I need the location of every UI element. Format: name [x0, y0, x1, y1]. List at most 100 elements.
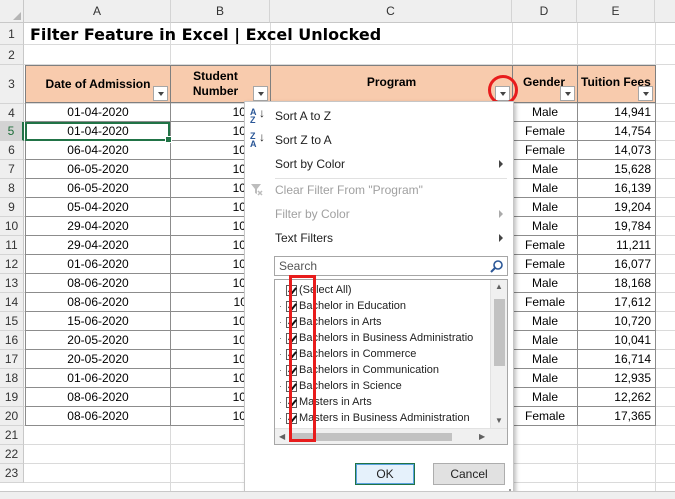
- cell-gender[interactable]: Female: [512, 407, 578, 426]
- row-header[interactable]: 6: [0, 141, 24, 160]
- ok-button[interactable]: OK: [355, 463, 415, 485]
- row-header[interactable]: 7: [0, 160, 24, 179]
- filter-dropdown-fees[interactable]: [638, 86, 653, 101]
- cell-tuition-fees[interactable]: 16,077: [577, 255, 656, 274]
- sort-z-to-a-item[interactable]: Z A ↓ Sort Z to A: [245, 128, 513, 152]
- cell-gender[interactable]: Female: [512, 255, 578, 274]
- cell-date[interactable]: 08-06-2020: [25, 293, 171, 312]
- row-header[interactable]: 20: [0, 407, 24, 426]
- cell-gender[interactable]: Male: [512, 179, 578, 198]
- list-vertical-scrollbar[interactable]: ▲ ▼: [490, 280, 507, 429]
- cell-tuition-fees[interactable]: 10,720: [577, 312, 656, 331]
- cell-date[interactable]: 08-06-2020: [25, 388, 171, 407]
- cell-tuition-fees[interactable]: 17,365: [577, 407, 656, 426]
- cell-tuition-fees[interactable]: 15,628: [577, 160, 656, 179]
- cell-gender[interactable]: Male: [512, 331, 578, 350]
- row-header[interactable]: 13: [0, 274, 24, 293]
- cell-date[interactable]: 29-04-2020: [25, 217, 171, 236]
- scroll-down-icon[interactable]: ▼: [495, 416, 503, 425]
- row-header[interactable]: 1: [0, 23, 24, 45]
- cell-gender[interactable]: Male: [512, 350, 578, 369]
- row-header[interactable]: 21: [0, 426, 24, 445]
- cell-gender[interactable]: Male: [512, 217, 578, 236]
- spreadsheet[interactable]: A B C D E 1 2 3 4 5 6 7 8 9 10 11 12 13 14 15 16 17 18 19 2…: [0, 0, 675, 499]
- cell-tuition-fees[interactable]: 14,073: [577, 141, 656, 160]
- cell-tuition-fees[interactable]: 14,754: [577, 122, 656, 141]
- cell-tuition-fees[interactable]: 17,612: [577, 293, 656, 312]
- filter-dropdown-date[interactable]: [153, 86, 168, 101]
- cell-date[interactable]: 06-05-2020: [25, 160, 171, 179]
- cell-gender[interactable]: Female: [512, 293, 578, 312]
- cell-gender[interactable]: Female: [512, 236, 578, 255]
- cell-date[interactable]: 05-04-2020: [25, 198, 171, 217]
- row-header[interactable]: 19: [0, 388, 24, 407]
- column-header-a[interactable]: A: [24, 0, 171, 23]
- cell-gender[interactable]: Female: [512, 141, 578, 160]
- column-header-e[interactable]: E: [577, 0, 655, 23]
- cell-date[interactable]: 06-05-2020: [25, 179, 171, 198]
- row-header[interactable]: 17: [0, 350, 24, 369]
- row-header[interactable]: 5: [0, 122, 24, 141]
- cell-tuition-fees[interactable]: 12,935: [577, 369, 656, 388]
- cell-gender[interactable]: Male: [512, 274, 578, 293]
- text-filters-item[interactable]: Text Filters: [245, 226, 513, 250]
- row-header[interactable]: 22: [0, 445, 24, 464]
- sort-a-to-z-item[interactable]: A Z ↓ Sort A to Z: [245, 104, 513, 128]
- cell-gender[interactable]: Female: [512, 122, 578, 141]
- row-header[interactable]: 4: [0, 104, 24, 122]
- cell-gender[interactable]: Male: [512, 103, 578, 122]
- row-header[interactable]: 10: [0, 217, 24, 236]
- cell-date[interactable]: 01-06-2020: [25, 255, 171, 274]
- cancel-button[interactable]: Cancel: [433, 463, 505, 485]
- cell-tuition-fees[interactable]: 12,262: [577, 388, 656, 407]
- cell-tuition-fees[interactable]: 19,204: [577, 198, 656, 217]
- cell-date[interactable]: 01-04-2020: [25, 103, 171, 122]
- column-header-b[interactable]: B: [171, 0, 270, 23]
- column-header-c[interactable]: C: [270, 0, 512, 23]
- cell-gender[interactable]: Male: [512, 388, 578, 407]
- cell-date[interactable]: 06-04-2020: [25, 141, 171, 160]
- cell-tuition-fees[interactable]: 16,139: [577, 179, 656, 198]
- column-header-f[interactable]: [655, 0, 675, 23]
- row-header[interactable]: 16: [0, 331, 24, 350]
- scroll-left-icon[interactable]: ◀: [279, 432, 285, 441]
- filter-dropdown-student[interactable]: [253, 86, 268, 101]
- cell-gender[interactable]: Male: [512, 369, 578, 388]
- filter-search-input[interactable]: Search: [274, 256, 508, 276]
- cell-tuition-fees[interactable]: 10,041: [577, 331, 656, 350]
- row-header[interactable]: 14: [0, 293, 24, 312]
- cell-date[interactable]: 15-06-2020: [25, 312, 171, 331]
- cell-tuition-fees[interactable]: 18,168: [577, 274, 656, 293]
- cell-gender[interactable]: Male: [512, 160, 578, 179]
- cell-tuition-fees[interactable]: 14,941: [577, 103, 656, 122]
- scroll-thumb-horizontal[interactable]: [292, 433, 452, 441]
- row-header[interactable]: 8: [0, 179, 24, 198]
- cell-tuition-fees[interactable]: 11,211: [577, 236, 656, 255]
- scroll-up-icon[interactable]: ▲: [495, 282, 503, 291]
- cell-date[interactable]: 08-06-2020: [25, 407, 171, 426]
- scroll-right-icon[interactable]: ▶: [479, 432, 485, 441]
- column-header-d[interactable]: D: [512, 0, 577, 23]
- row-header[interactable]: 9: [0, 198, 24, 217]
- row-header[interactable]: 2: [0, 45, 24, 65]
- row-header[interactable]: 11: [0, 236, 24, 255]
- cell-date[interactable]: 20-05-2020: [25, 350, 171, 369]
- cell-gender[interactable]: Male: [512, 198, 578, 217]
- row-header[interactable]: 3: [0, 65, 24, 104]
- cell-date[interactable]: 20-05-2020: [25, 331, 171, 350]
- cell-date[interactable]: 01-06-2020: [25, 369, 171, 388]
- row-header[interactable]: 18: [0, 369, 24, 388]
- cell-tuition-fees[interactable]: 16,714: [577, 350, 656, 369]
- cell-date[interactable]: 08-06-2020: [25, 274, 171, 293]
- cell-gender[interactable]: Male: [512, 312, 578, 331]
- sort-by-color-item[interactable]: Sort by Color: [245, 152, 513, 176]
- cell-date[interactable]: 29-04-2020: [25, 236, 171, 255]
- cell-tuition-fees[interactable]: 19,784: [577, 217, 656, 236]
- row-header[interactable]: 23: [0, 464, 24, 483]
- select-all-corner[interactable]: [0, 0, 24, 23]
- filter-dropdown-gender[interactable]: [560, 86, 575, 101]
- row-header[interactable]: 12: [0, 255, 24, 274]
- scroll-thumb[interactable]: [494, 299, 505, 366]
- row-header[interactable]: 15: [0, 312, 24, 331]
- active-cell-selection[interactable]: [25, 122, 172, 143]
